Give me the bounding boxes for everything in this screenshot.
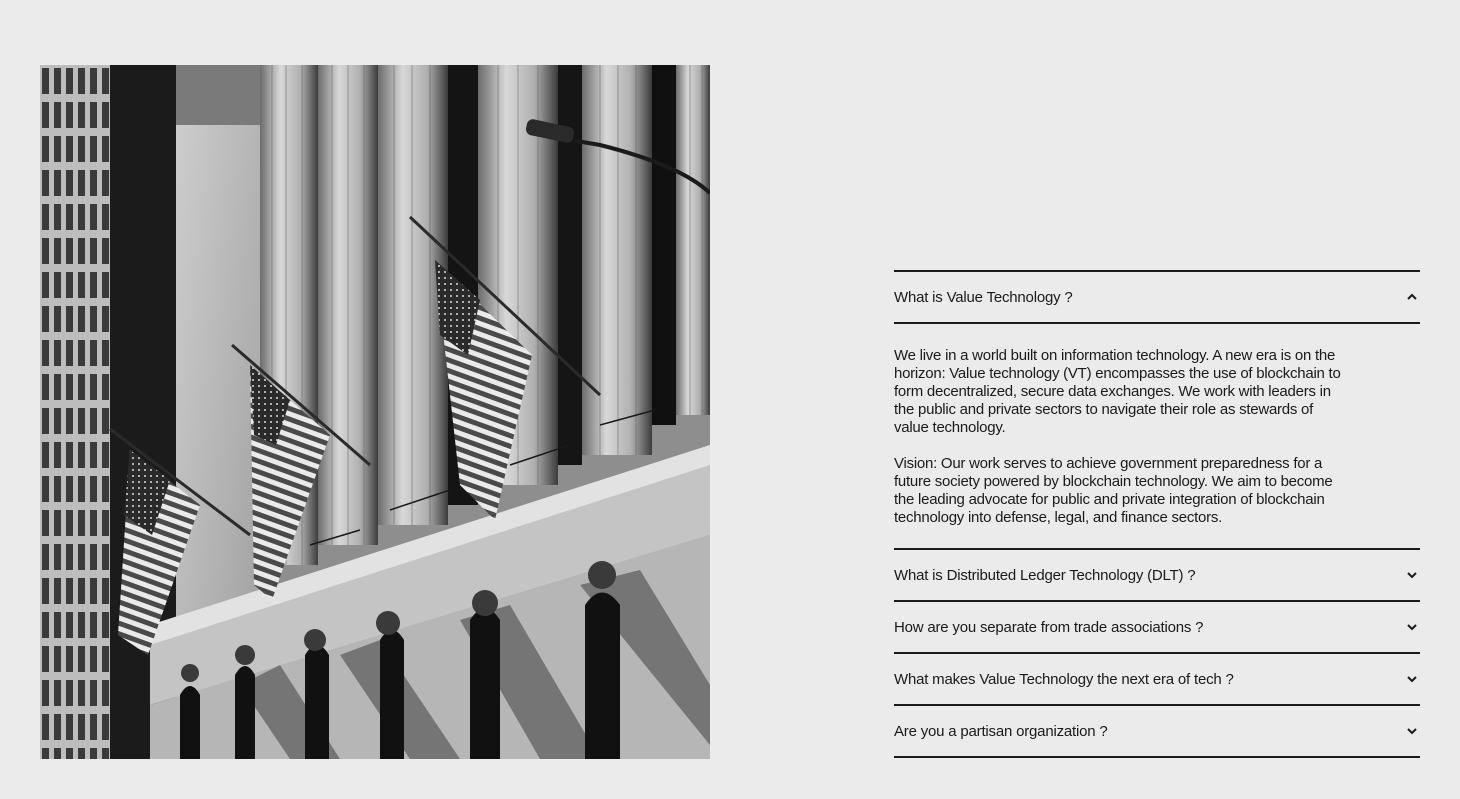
faq-item: Are you a partisan organization ?	[894, 704, 1420, 758]
faq-question-button[interactable]: What is Value Technology ?	[894, 272, 1420, 322]
faq-question-text: What makes Value Technology the next era…	[894, 670, 1234, 688]
chevron-down-icon	[1406, 621, 1418, 633]
faq-question-text: What is Value Technology ?	[894, 288, 1073, 306]
faq-answer-paragraph: We live in a world built on information …	[894, 347, 1341, 436]
faq-item: How are you separate from trade associat…	[894, 600, 1420, 652]
chevron-up-icon	[1406, 291, 1418, 303]
faq-answer-paragraph: Vision: Our work serves to achieve gover…	[894, 455, 1333, 526]
chevron-down-icon	[1406, 725, 1418, 737]
faq-question-text: Are you a partisan organization ?	[894, 722, 1108, 740]
faq-question-text: How are you separate from trade associat…	[894, 618, 1204, 636]
faq-accordion: What is Value Technology ? We live in a …	[894, 270, 1420, 758]
faq-question-button[interactable]: What is Distributed Ledger Technology (D…	[894, 550, 1420, 600]
faq-question-button[interactable]: Are you a partisan organization ?	[894, 706, 1420, 756]
chevron-down-icon	[1406, 569, 1418, 581]
faq-item: What makes Value Technology the next era…	[894, 652, 1420, 704]
hero-photo	[40, 65, 710, 759]
faq-answer: We live in a world built on information …	[894, 322, 1420, 548]
faq-item: What is Value Technology ? We live in a …	[894, 270, 1420, 548]
chevron-down-icon	[1406, 673, 1418, 685]
faq-question-button[interactable]: What makes Value Technology the next era…	[894, 654, 1420, 704]
faq-question-text: What is Distributed Ledger Technology (D…	[894, 566, 1196, 584]
faq-item: What is Distributed Ledger Technology (D…	[894, 548, 1420, 600]
faq-question-button[interactable]: How are you separate from trade associat…	[894, 602, 1420, 652]
